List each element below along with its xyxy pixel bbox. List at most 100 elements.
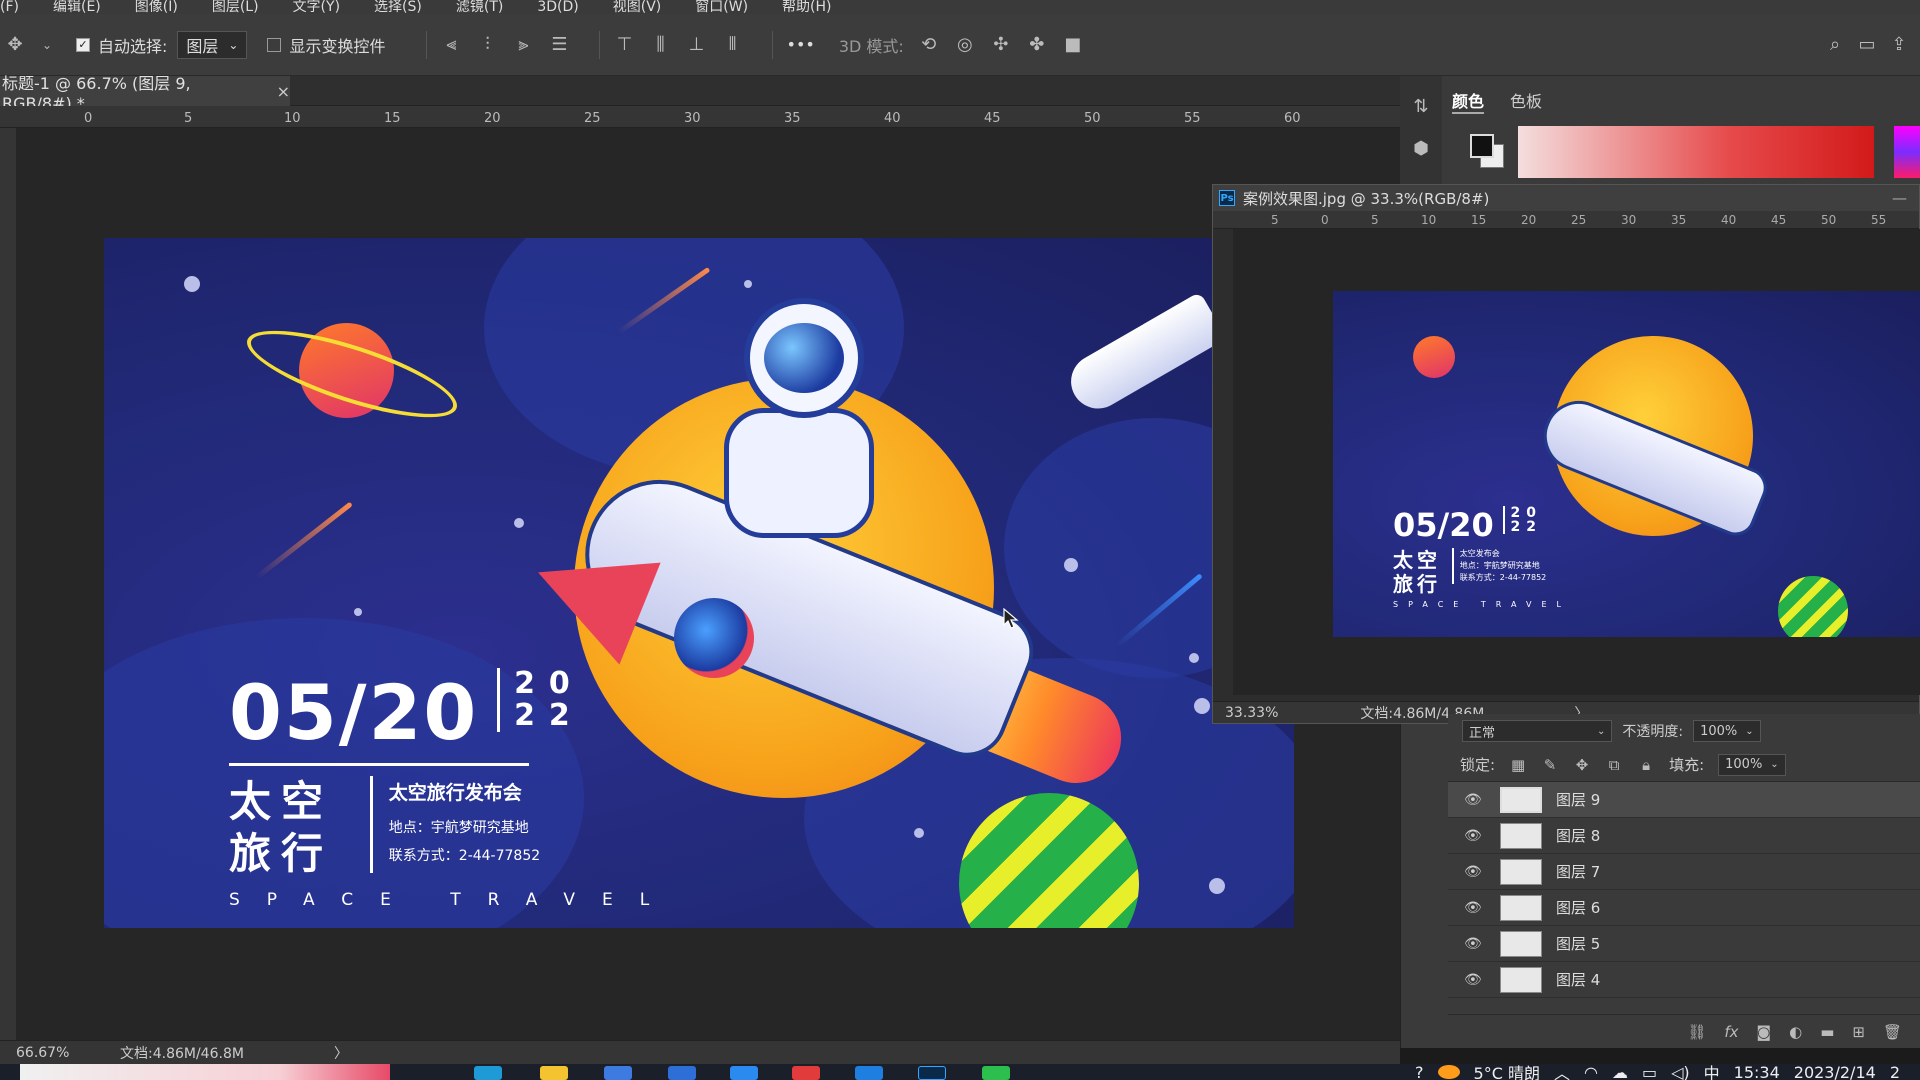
menu-file[interactable]: (F) [0,0,19,14]
tab-color[interactable]: 颜色 [1452,88,1485,114]
auto-select-dropdown[interactable]: 图层 ⌄ [177,30,248,59]
add-mask-icon[interactable]: ◙ [1757,1023,1772,1041]
align-top-icon[interactable]: ⊤ [614,34,636,56]
notification-count[interactable]: 2 [1890,1064,1900,1080]
search-icon[interactable]: ⌕ [1824,34,1846,56]
camera-3d-icon[interactable]: ■ [1062,34,1084,56]
lock-paint-icon[interactable]: ✎ [1541,756,1559,774]
preview-window-titlebar[interactable]: Ps 案例效果图.jpg @ 33.3%(RGB/8#) — [1213,185,1919,211]
delete-layer-icon[interactable]: 🗑︎ [1883,1023,1902,1041]
menu-layer[interactable]: 图层(L) [212,0,259,14]
menu-image[interactable]: 图像(I) [135,0,178,14]
link-layers-icon[interactable]: ⛓︎ [1687,1023,1706,1041]
eye-icon[interactable]: 👁︎ [1464,792,1484,808]
close-icon[interactable]: × [277,82,290,101]
eye-icon[interactable]: 👁︎ [1464,864,1484,880]
store-icon[interactable] [604,1066,632,1080]
zoom-level[interactable]: 66.67% [0,1045,120,1061]
file-explorer-icon[interactable] [540,1066,568,1080]
poster-artboard[interactable]: 05/20 20 22 太空 旅行 太空旅行发布会 地点：宇航梦研究基地 联系方… [104,238,1294,928]
canvas-area[interactable]: 05/20 20 22 太空 旅行 太空旅行发布会 地点：宇航梦研究基地 联系方… [16,128,1400,1048]
hue-slider[interactable] [1894,126,1920,178]
weather-text[interactable]: 5°C 晴朗 [1474,1064,1540,1080]
opacity-input[interactable]: 100% ⌄ [1693,720,1761,742]
menu-window[interactable]: 窗口(W) [695,0,748,14]
tab-swatches[interactable]: 色板 [1510,88,1542,114]
menu-type[interactable]: 文字(Y) [293,0,340,14]
3d-panel-icon[interactable]: ⬢ [1410,138,1432,160]
mail-icon[interactable] [668,1066,696,1080]
battery-icon[interactable]: ▭ [1642,1064,1657,1080]
color-ramp[interactable] [1518,126,1874,178]
chevron-up-icon[interactable]: ︿ [1554,1064,1570,1080]
app-red-icon[interactable] [792,1066,820,1080]
move-tool-icon[interactable]: ✥ [4,34,26,56]
eye-icon[interactable]: 👁︎ [1464,828,1484,844]
layer-row[interactable]: 👁︎ 图层 7 [1448,854,1920,890]
orbit-3d-icon[interactable]: ⟲ [918,34,940,56]
preview-canvas[interactable]: 05/20 20 22 太空 旅行 太空发布会 地点：宇航梦研究基地 联系方式：… [1233,229,1920,695]
menu-3d[interactable]: 3D(D) [537,0,578,14]
date[interactable]: 2023/2/14 [1794,1064,1876,1080]
more-options-button[interactable]: ••• [787,35,815,54]
cloud-icon[interactable]: ☁ [1612,1064,1628,1080]
distribute-vertical-icon[interactable]: ⫴ [722,34,744,56]
minimize-icon[interactable]: — [1892,189,1907,207]
status-arrow[interactable]: 〉 [334,1043,348,1063]
menu-filter[interactable]: 滤镜(T) [456,0,503,14]
auto-select-checkbox[interactable]: ✓ [76,37,90,52]
app-icon[interactable] [730,1066,758,1080]
share-icon[interactable]: ⇪ [1888,34,1910,56]
workspace-icon[interactable]: ▭ [1856,34,1878,56]
weather-icon [1437,1065,1460,1079]
lock-label: 锁定: [1460,756,1496,774]
lock-transparent-icon[interactable]: ▦ [1509,756,1527,774]
align-bottom-icon[interactable]: ⊥ [686,34,708,56]
preview-zoom[interactable]: 33.33% [1213,705,1290,721]
history-icon[interactable]: ⇅ [1410,96,1432,118]
roll-3d-icon[interactable]: ◎ [954,34,976,56]
adjustment-layer-icon[interactable]: ◐ [1789,1023,1802,1041]
photoshop-taskbar-icon[interactable] [918,1066,946,1080]
distribute-icon[interactable]: ☰ [549,34,571,56]
slide-3d-icon[interactable]: ✤ [1026,34,1048,56]
ime-indicator[interactable]: 中 [1704,1064,1720,1080]
fx-icon[interactable]: fx [1724,1023,1738,1041]
layer-row[interactable]: 👁︎ 图层 5 [1448,926,1920,962]
layer-row[interactable]: 👁︎ 图层 8 [1448,818,1920,854]
align-middle-icon[interactable]: ⫼ [650,34,672,56]
layer-row[interactable]: 👁︎ 图层 6 [1448,890,1920,926]
foreground-color-swatch[interactable] [1470,134,1494,158]
menu-edit[interactable]: 编辑(E) [53,0,101,14]
edge-icon[interactable] [474,1066,502,1080]
fill-input[interactable]: 100% ⌄ [1718,753,1786,776]
lock-position-icon[interactable]: ✥ [1573,756,1591,774]
layer-row[interactable]: 👁︎ 图层 4 [1448,962,1920,998]
lock-all-icon[interactable]: 🔒︎ [1637,756,1655,774]
show-transform-checkbox[interactable] [267,37,282,52]
align-center-icon[interactable]: ⫶ [477,34,499,56]
chevron-down-icon[interactable]: ⌄ [36,34,58,56]
preview-document-window[interactable]: Ps 案例效果图.jpg @ 33.3%(RGB/8#) — 5 0 5 10 15 20… [1212,184,1920,724]
help-icon[interactable]: ? [1415,1064,1424,1080]
wechat-icon[interactable] [982,1066,1010,1080]
new-layer-icon[interactable]: ⊞ [1852,1023,1865,1041]
menu-select[interactable]: 选择(S) [374,0,422,14]
eye-icon[interactable]: 👁︎ [1464,900,1484,916]
new-group-icon[interactable]: ▬ [1820,1023,1834,1041]
pan-3d-icon[interactable]: ✣ [990,34,1012,56]
document-tab[interactable]: 标题-1 @ 66.7% (图层 9, RGB/8#) * × [0,74,290,113]
layer-row[interactable]: 👁︎ 图层 9 [1448,782,1920,818]
align-right-icon[interactable]: ⫸ [513,34,535,56]
wifi-icon[interactable]: ◠ [1584,1064,1598,1080]
lock-artboard-icon[interactable]: ⧉ [1605,756,1623,774]
align-left-icon[interactable]: ⫷ [441,34,463,56]
volume-icon[interactable]: ◁) [1671,1064,1690,1080]
blend-mode-dropdown[interactable]: 正常 ⌄ [1462,720,1613,742]
menu-help[interactable]: 帮助(H) [782,0,831,14]
eye-icon[interactable]: 👁︎ [1464,972,1484,988]
menu-view[interactable]: 视图(V) [613,0,662,14]
clock[interactable]: 15:34 [1734,1064,1780,1080]
app-blue-icon[interactable] [855,1066,883,1080]
eye-icon[interactable]: 👁︎ [1464,936,1484,952]
